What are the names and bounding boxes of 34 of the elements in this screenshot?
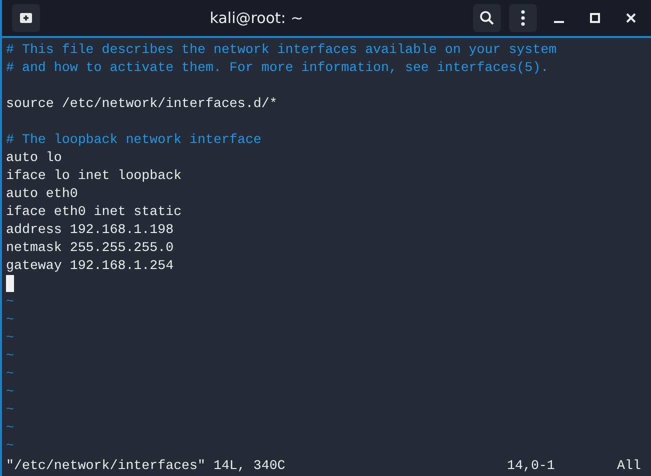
tilde-marker: ~ [6,420,14,435]
code-line: auto lo [6,150,62,165]
tilde-marker: ~ [6,366,14,381]
code-line: iface eth0 inet static [6,204,182,219]
scroll-indicator: All [617,457,642,475]
tilde-marker: ~ [6,330,14,345]
code-line: auto eth0 [6,186,78,201]
code-line: iface lo inet loopback [6,168,182,183]
new-tab-icon [19,11,33,25]
menu-button[interactable] [509,4,537,32]
comment-line: # and how to activate them. For more information, see interfaces(5). [6,60,549,75]
code-line: address 192.168.1.198 [6,222,174,237]
code-line: gateway 192.168.1.254 [6,258,174,273]
maximize-icon [590,13,600,23]
cursor-position: 14,0-1 [507,457,556,475]
status-message: "/etc/network/interfaces" 14L, 340C [6,457,286,475]
text-cursor [6,275,14,292]
close-icon [626,13,636,23]
tilde-marker: ~ [6,348,14,363]
tilde-marker: ~ [6,384,14,399]
search-button[interactable] [473,4,501,32]
search-icon [479,10,495,26]
minimize-icon [554,21,564,23]
code-line: netmask 255.255.255.0 [6,240,174,255]
comment-line: # The loopback network interface [6,132,262,147]
kebab-menu-icon [521,10,525,26]
tilde-marker: ~ [6,402,14,417]
tilde-marker: ~ [6,438,14,453]
window-title: kali@root: ~ [208,9,304,27]
tilde-marker: ~ [6,294,14,309]
tilde-marker: ~ [6,312,14,327]
new-tab-button[interactable] [12,4,40,32]
code-line: source /etc/network/interfaces.d/* [6,96,278,111]
comment-line: # This file describes the network interfaces available on your system [6,42,557,57]
